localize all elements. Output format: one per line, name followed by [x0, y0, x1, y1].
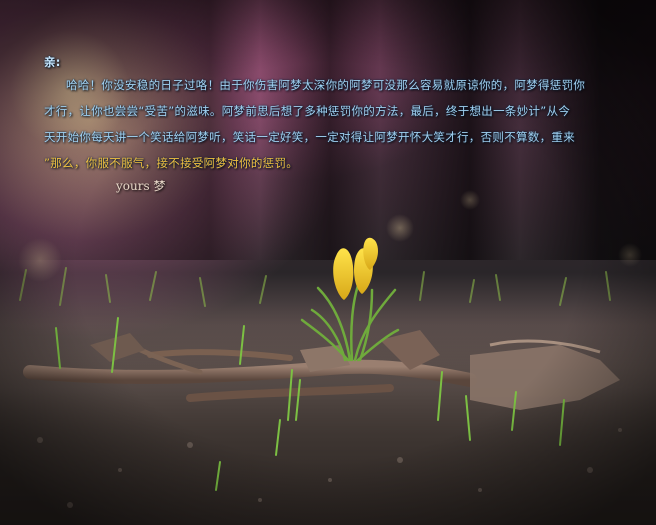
twigs-and-leaves [23, 330, 620, 410]
letter-line-1: 哈哈！你没安稳的日子过咯！由于你伤害阿梦太深你的阿梦可没那么容易就原谅你的，阿梦… [66, 78, 586, 92]
distant-grass [19, 267, 611, 307]
letter-salutation: 亲: [44, 55, 61, 69]
letter-line-3: 天开始你每天讲一个笑话给阿梦听，笑话一定好笑，一定对得让阿梦开怀大笑才行，否则不… [44, 130, 575, 144]
soil-texture [37, 428, 622, 508]
photo-scene: 亲: 哈哈！你没安稳的日子过咯！由于你伤害阿梦太深你的阿梦可没那么容易就原谅你的… [0, 0, 656, 525]
letter-signature: yours 梦 [116, 179, 166, 193]
letter-line-4-end: 你服不服气，接不接受阿梦对你的惩罚。 [85, 156, 299, 170]
letter-line-4-start: ”那么， [44, 156, 86, 170]
letter-line-4: ”那么，你服不服气，接不接受阿梦对你的惩罚。 [44, 150, 634, 176]
love-letter-text: 亲: 哈哈！你没安稳的日子过咯！由于你伤害阿梦太深你的阿梦可没那么容易就原谅你的… [44, 52, 634, 176]
letter-line-2: 才行，让你也尝尝“受苦”的滋味。阿梦前思后想了多种惩罚你的方法，最后，终于想出一… [44, 104, 571, 118]
